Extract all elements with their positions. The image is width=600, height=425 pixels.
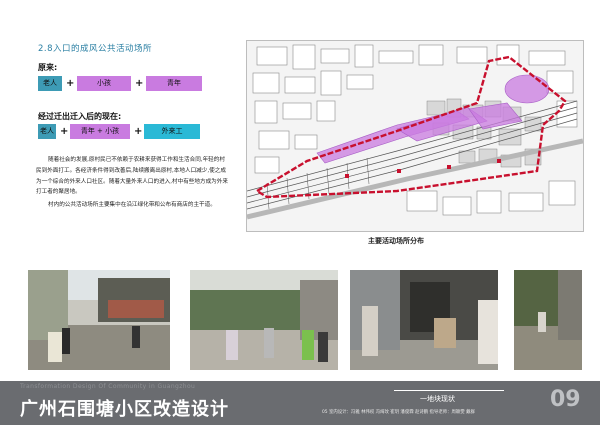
section-title: 2.8入口的成风公共活动场所 [38,44,153,54]
chip-youth-children-now: 青年 + 小孩 [70,124,130,139]
paragraph: 随着社会的发展,原村民已不依赖于农耕来获得工作和生活合同,年轻的村民到外面打工。… [36,157,228,196]
street-photo-2 [190,270,338,370]
chip-migrant-workers-now: 外来工 [144,124,200,139]
footer-bar: Transformation Design Of Community in Gu… [0,381,600,425]
map-caption: 主要活动场所分布 [368,237,424,245]
street-photo-3 [350,270,498,370]
plus-sign: + [66,78,75,89]
paragraph: 村内的公共活动场所主要集中在沿江绿化带和公布有商店的主干道。 [48,202,216,209]
footer-faded-text: Transformation Design Of Community in Gu… [20,383,196,390]
page-number: 09 [550,387,581,412]
plus-sign: + [60,126,69,137]
plus-sign: + [134,126,143,137]
plus-sign: + [135,78,144,89]
chip-elderly-now: 老人 [38,124,56,139]
footer-divider [394,390,504,391]
site-map [246,40,584,232]
now-label: 经过迁出迁入后的现在: [38,112,122,121]
chip-elderly-origin: 老人 [38,76,62,91]
chip-children-origin: 小孩 [77,76,131,91]
street-photo-4 [514,270,582,370]
chip-youth-origin: 青年 [146,76,202,91]
section-name: 一地块现状 [420,395,455,403]
credits-text: 05 室内设计：冯雅 林伟权 冯绮玟 崔玥 潘俊霖 赵诗鹏 指导老师：周颖雯 戴… [322,410,475,415]
origin-label: 原来: [38,63,58,72]
project-title: 广州石围塘小区改造设计 [20,399,229,420]
street-photo-1 [28,270,170,370]
description-text: 随着社会的发展,原村民已不依赖于农耕来获得工作和生活合同,年轻的村民到外面打工。… [36,155,230,213]
